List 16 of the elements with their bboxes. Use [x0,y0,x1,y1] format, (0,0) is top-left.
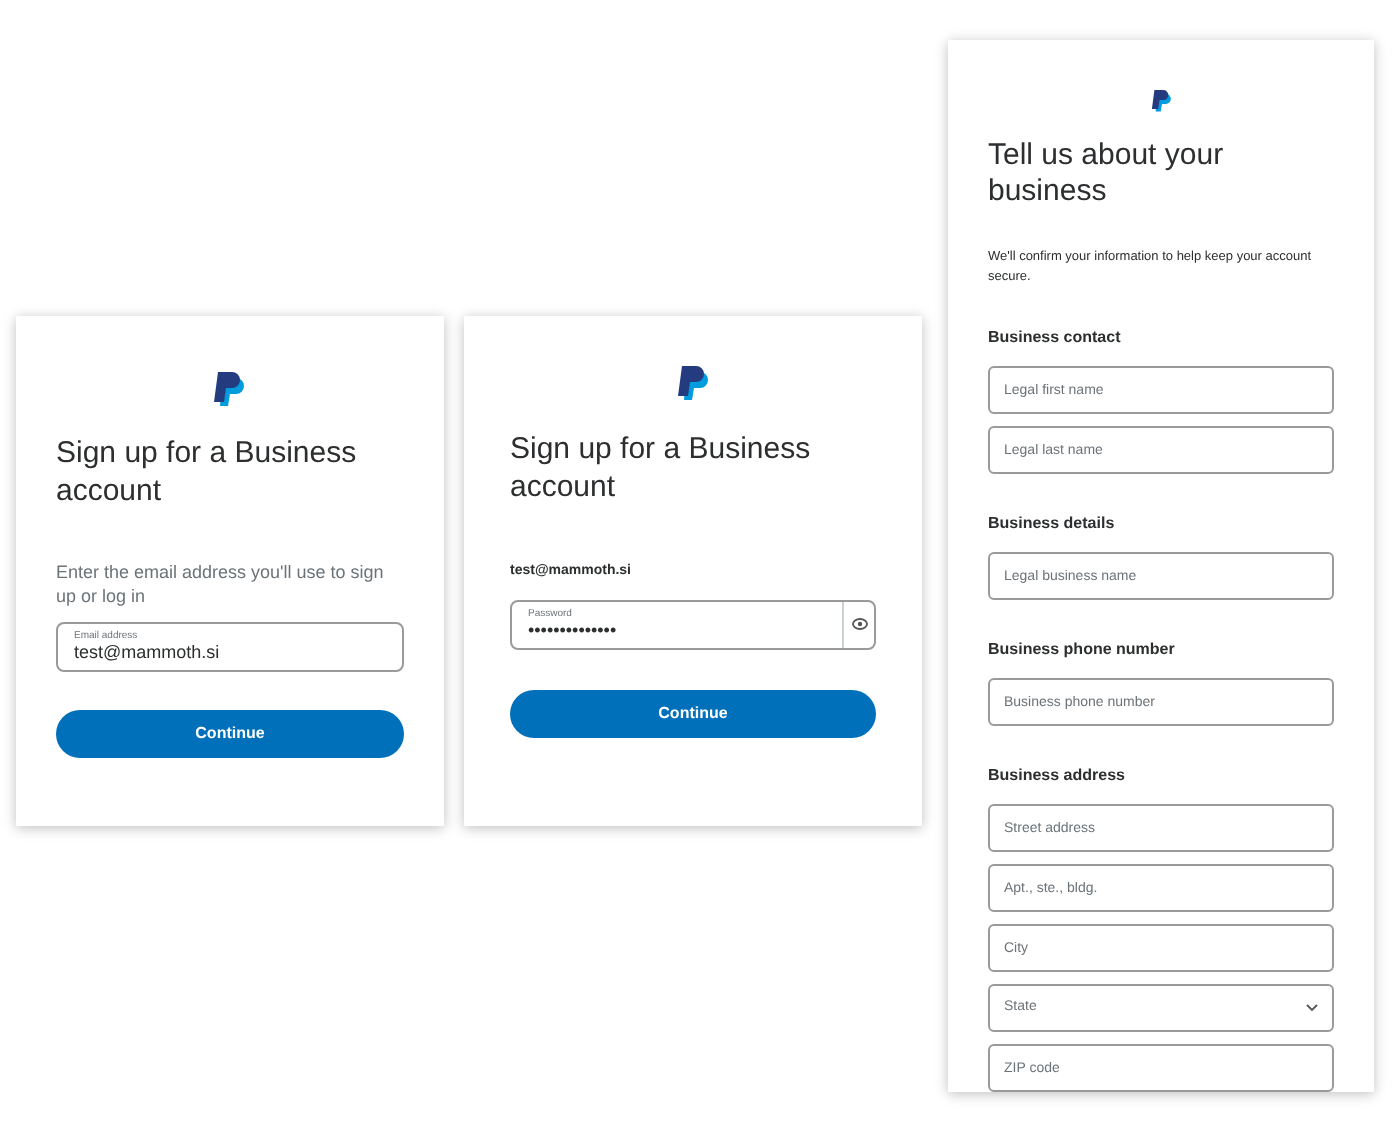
continue-button[interactable]: Continue [510,689,876,737]
section-heading: Business contact [988,326,1123,350]
card-title: Sign up for a Business account [510,430,813,506]
card-title: Sign up for a Business account [56,434,359,510]
card-title: Tell us about your business [988,138,1226,210]
field-value: •••••••••••••• [528,619,619,641]
section-heading: Business address [988,764,1127,788]
eye-icon[interactable] [851,618,867,630]
p-logo-icon [214,372,246,410]
p-logo-icon [677,366,709,404]
field-value: test@mammoth.si [74,642,222,664]
continue-button[interactable]: Continue [56,710,404,758]
instruction-text: Enter the email address you'll use to sign up or log in [56,560,386,608]
section-heading: Business details [988,512,1117,536]
chevron-down-icon [1306,1004,1318,1012]
section-heading: Business phone number [988,638,1177,662]
